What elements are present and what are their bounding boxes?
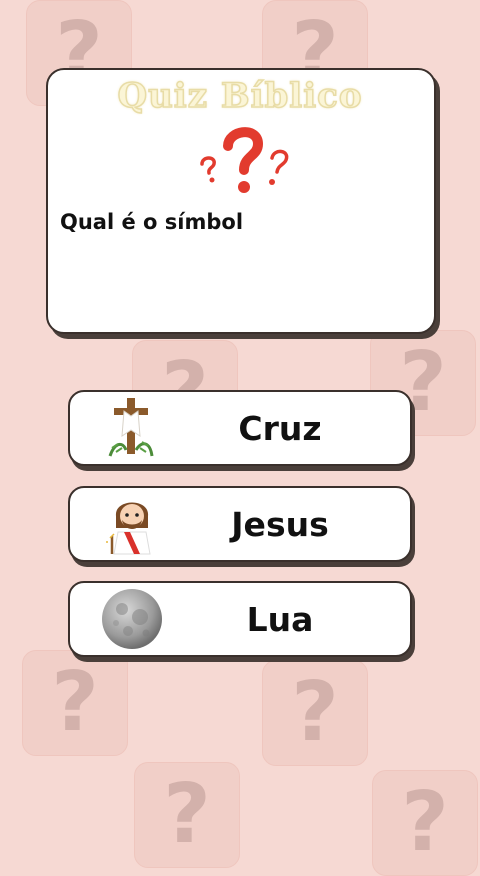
- answer-label: Lua: [246, 599, 314, 639]
- answer-option-lua[interactable]: Lua: [68, 581, 412, 657]
- question-text: Qual é o símbol: [60, 210, 244, 234]
- moon-icon: [102, 589, 162, 649]
- jesus-icon: [106, 502, 151, 555]
- background-question-tile: ?: [372, 770, 478, 876]
- background-question-tile: ?: [134, 762, 240, 868]
- answer-option-jesus[interactable]: Jesus: [68, 486, 412, 562]
- background-question-tile: ?: [22, 650, 128, 756]
- background-question-tile: ?: [262, 660, 368, 766]
- answer-label: Jesus: [231, 504, 329, 544]
- cross-icon: [108, 398, 154, 457]
- answer-option-cruz[interactable]: Cruz: [68, 390, 412, 466]
- answer-label: Cruz: [238, 408, 322, 448]
- question-mark-icon: [200, 127, 289, 193]
- quiz-title: Quiz Bíblico: [117, 75, 363, 117]
